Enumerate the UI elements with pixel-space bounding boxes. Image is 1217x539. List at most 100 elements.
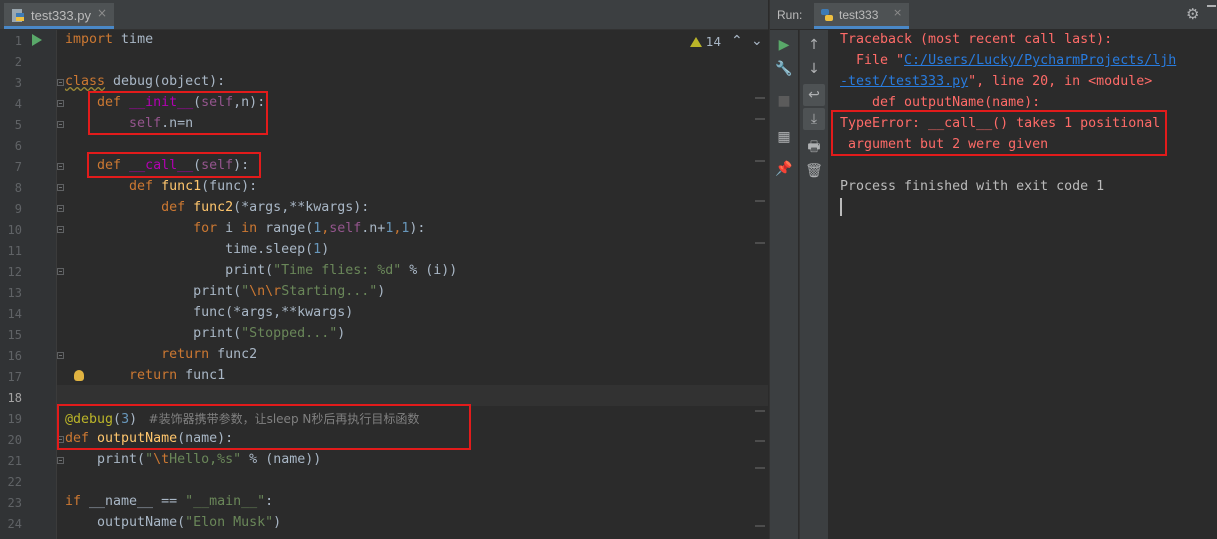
line-number: 10: [7, 223, 22, 237]
line-number: 24: [7, 517, 22, 531]
scroll-marker: [755, 410, 765, 412]
code-line-13: print("\n\rStarting..."): [193, 284, 386, 299]
tab-test333-py[interactable]: test333.py ×: [4, 3, 114, 29]
scroll-marker: [755, 97, 765, 99]
previous-highlight-icon[interactable]: ⌃: [731, 33, 743, 49]
soft-wrap-icon[interactable]: ↩: [803, 84, 825, 106]
line-number: 9: [14, 202, 22, 216]
fold-marker-icon[interactable]: [57, 121, 64, 128]
scroll-marker: [755, 200, 765, 202]
gear-icon[interactable]: ⚙: [1186, 5, 1199, 23]
fold-marker-icon[interactable]: [57, 226, 64, 233]
fold-marker-icon[interactable]: [57, 352, 64, 359]
rerun-icon[interactable]: ▶: [773, 34, 795, 56]
python-file-icon: [12, 9, 24, 22]
code-line-11: time.sleep(1): [225, 242, 330, 257]
code-editor[interactable]: 1 2 3 4 5 6 7 8 9 10 11 12 13 14 15 16 1…: [0, 30, 768, 539]
python-icon: [821, 9, 833, 21]
code-line-21: print("\tHello,%s" % (name)): [97, 452, 322, 467]
run-tab-test333[interactable]: test333 ×: [814, 3, 909, 29]
file-link[interactable]: C:/Users/Lucky/PycharmProjects/ljh: [904, 53, 1176, 68]
line-number: 12: [7, 265, 22, 279]
next-highlight-icon[interactable]: ⌄: [751, 33, 763, 49]
line-number: 17: [7, 370, 22, 384]
run-toolbar-left: ▶ 🔧 ■ ▦ 📌: [770, 30, 798, 539]
scroll-marker: [755, 242, 765, 244]
run-icon[interactable]: [32, 34, 42, 46]
annotation-box-call: [87, 152, 261, 178]
file-link[interactable]: -test/test333.py: [840, 74, 968, 89]
tab-label: test333.py: [31, 8, 91, 23]
line-number: 2: [14, 55, 22, 69]
warning-count: 14: [705, 35, 722, 49]
run-label: Run:: [777, 8, 803, 22]
current-line-highlight: [57, 385, 768, 406]
line-number: 19: [7, 412, 22, 426]
line-number: 7: [14, 160, 22, 174]
annotation-box-error: [831, 110, 1167, 156]
wrench-icon[interactable]: 🔧: [773, 58, 795, 80]
annotation-box-decorator: [57, 404, 471, 450]
code-line-12: print("Time flies: %d" % (i)): [225, 263, 458, 278]
code-line-8: def func1(func):: [129, 179, 258, 194]
console-line: File "C:/Users/Lucky/PycharmProjects/ljh: [840, 53, 1177, 68]
line-number: 3: [14, 76, 22, 90]
line-number: 5: [14, 118, 22, 132]
editor-tab-bar: test333.py ×: [0, 0, 768, 30]
annotation-box-init: [88, 91, 268, 135]
arrow-down-icon[interactable]: ↓: [803, 58, 825, 80]
line-number: 15: [7, 328, 22, 342]
arrow-up-icon[interactable]: ↑: [803, 34, 825, 56]
pin-icon[interactable]: 📌: [773, 158, 795, 180]
line-number: 13: [7, 286, 22, 300]
trash-icon[interactable]: 🗑: [803, 160, 825, 182]
line-number: 11: [7, 244, 22, 258]
code-line-14: func(*args,**kwargs): [193, 305, 354, 320]
fold-marker-icon[interactable]: [57, 457, 64, 464]
code-line-10: for i in range(1,self.n+1,1):: [193, 221, 426, 236]
fold-marker-icon[interactable]: [57, 184, 64, 191]
line-number: 21: [7, 454, 22, 468]
layout-icon[interactable]: ▦: [773, 126, 795, 148]
code-line-23: if __name__ == "__main__":: [65, 494, 274, 509]
close-icon[interactable]: ×: [97, 6, 107, 20]
console-output[interactable]: Traceback (most recent call last): File …: [840, 30, 1210, 539]
code-line-9: def func2(*args,**kwargs):: [161, 200, 370, 215]
code-line-1: import time: [65, 32, 154, 47]
stop-icon[interactable]: ■: [773, 90, 795, 112]
line-number: 14: [7, 307, 22, 321]
scroll-marker: [755, 440, 765, 442]
console-line: def outputName(name):: [840, 95, 1041, 110]
line-number: 16: [7, 349, 22, 363]
scroll-to-end-icon[interactable]: ⤓: [803, 108, 825, 130]
close-icon[interactable]: ×: [893, 6, 902, 19]
scroll-marker: [755, 160, 765, 162]
line-number-gutter: 1 2 3 4 5 6 7 8 9 10 11 12 13 14 15 16 1…: [0, 30, 57, 539]
code-line-16: return func2: [161, 347, 258, 362]
fold-marker-icon[interactable]: [57, 268, 64, 275]
line-number: 23: [7, 496, 22, 510]
run-toolbar-right: ↑ ↓ ↩ ⤓ 🖶 🗑: [799, 30, 828, 539]
line-number: 1: [14, 34, 22, 48]
print-icon[interactable]: 🖶: [803, 136, 825, 158]
scroll-marker: [755, 118, 765, 120]
scroll-marker: [755, 525, 765, 527]
run-tab-label: test333: [839, 8, 879, 22]
run-header: Run: test333 × ⚙: [770, 0, 1217, 29]
fold-marker-icon[interactable]: [57, 100, 64, 107]
code-line-15: print("Stopped..."): [193, 326, 346, 341]
fold-marker-icon[interactable]: [57, 163, 64, 170]
scroll-marker: [755, 467, 765, 469]
run-tool-window: Run: test333 × ⚙ ▶ 🔧 ■ ▦ 📌 ↑ ↓ ↩ ⤓ 🖶 🗑 T…: [769, 0, 1217, 539]
minimize-icon[interactable]: [1207, 5, 1216, 7]
fold-marker-icon[interactable]: [57, 205, 64, 212]
inspection-widget[interactable]: 14: [690, 35, 721, 49]
code-line-24: outputName("Elon Musk"): [97, 515, 282, 530]
fold-marker-icon[interactable]: [57, 79, 64, 86]
code-line-17: return func1: [129, 368, 226, 383]
line-number: 4: [14, 97, 22, 111]
line-number: 22: [7, 475, 22, 489]
text-caret: [840, 198, 842, 216]
line-number: 6: [14, 139, 22, 153]
console-line: Process finished with exit code 1: [840, 179, 1105, 194]
